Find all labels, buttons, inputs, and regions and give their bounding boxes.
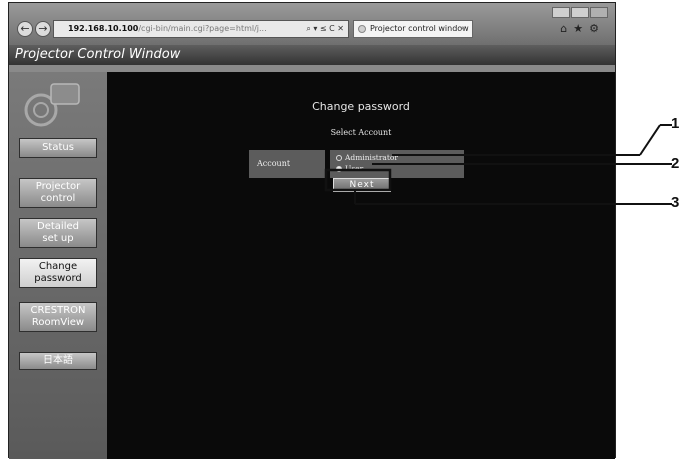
callout-1: 1 bbox=[671, 115, 680, 132]
callout-lines bbox=[324, 124, 672, 205]
callout-2: 2 bbox=[671, 155, 680, 172]
callout-3: 3 bbox=[671, 194, 680, 211]
